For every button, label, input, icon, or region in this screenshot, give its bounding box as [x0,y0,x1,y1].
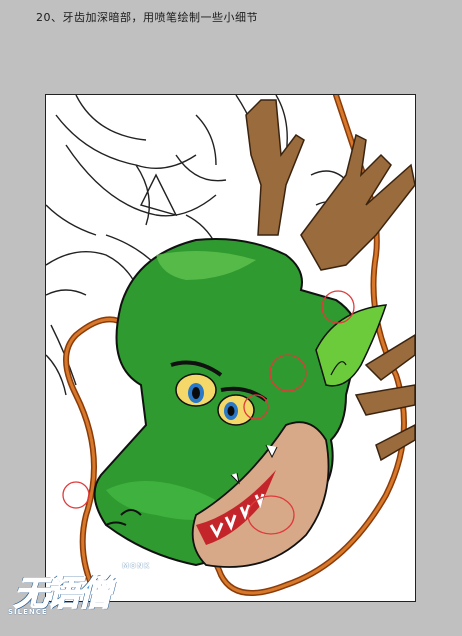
dragon-illustration [46,95,415,598]
watermark-subtext-left: SILENCE [8,608,48,616]
watermark-logo: 无语僧 SILENCE MONK [8,558,158,624]
step-caption: 20、牙齿加深暗部，用喷笔绘制一些小细节 [36,11,258,24]
watermark-subtext-right: MONK [122,562,151,570]
illustration-canvas [45,94,416,602]
